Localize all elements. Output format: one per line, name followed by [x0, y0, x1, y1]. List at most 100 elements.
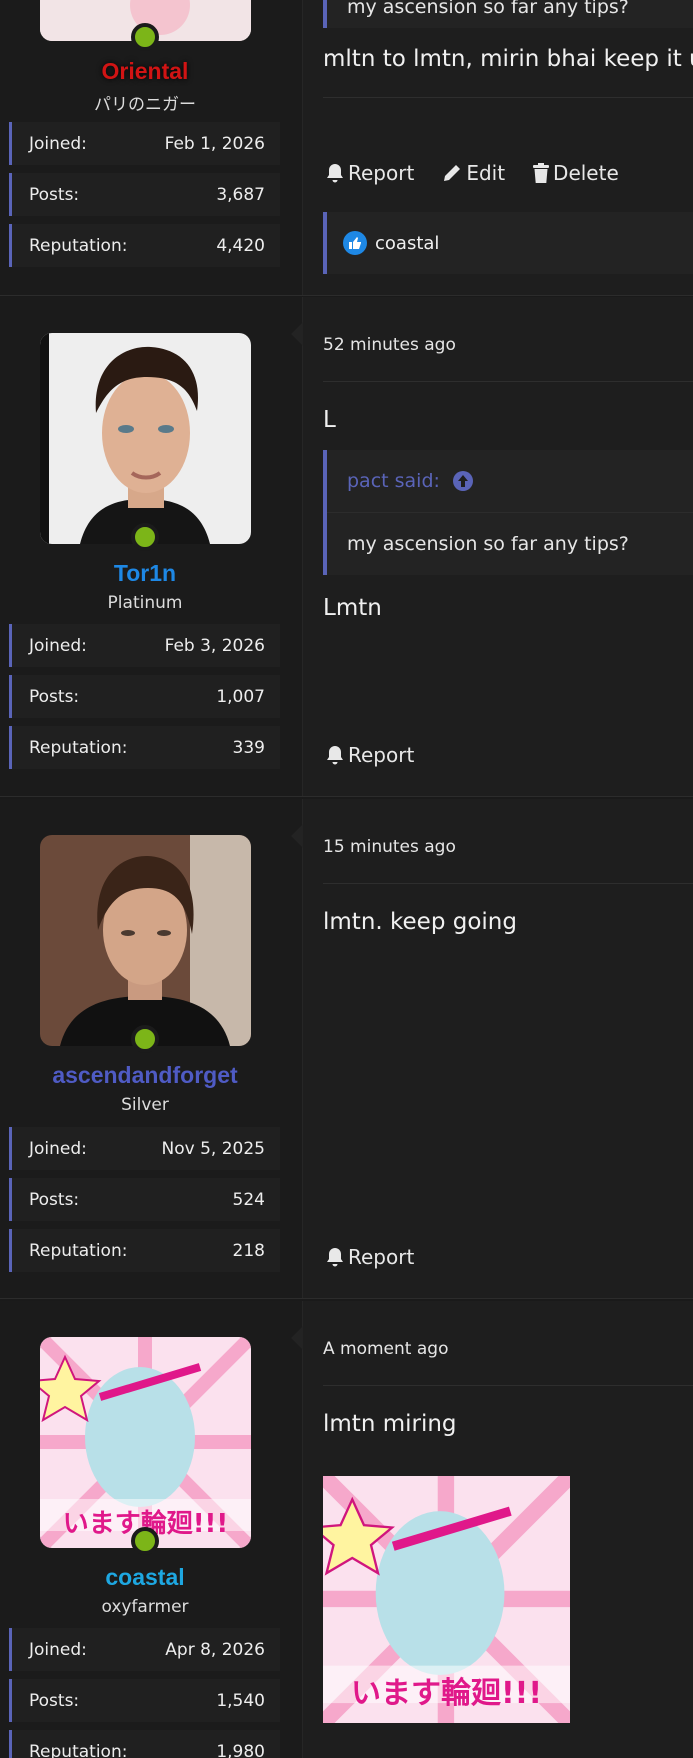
quote-header[interactable]: pact said:: [327, 450, 693, 513]
user-title: パリのニガー: [94, 95, 196, 115]
user-title: Platinum: [107, 593, 183, 613]
post-actions: Report Edit Delete: [326, 161, 619, 185]
stat-label: Reputation:: [29, 235, 128, 256]
avatar[interactable]: [40, 333, 251, 544]
username[interactable]: Oriental: [0, 58, 290, 85]
stat-value: 1,007: [216, 686, 265, 707]
user-info-panel: Tor1n Platinum Joined: Feb 3, 2026 Posts:…: [0, 297, 303, 796]
quote-block: my ascension so far any tips?: [323, 0, 693, 28]
trash-icon: [533, 163, 550, 183]
stat-value: 1,540: [216, 1690, 265, 1711]
stat-label: Joined:: [29, 1639, 87, 1660]
report-button[interactable]: Report: [326, 161, 414, 185]
post-actions: Report: [326, 743, 414, 767]
divider: [323, 97, 693, 98]
stat-value: 3,687: [216, 184, 265, 205]
bell-icon: [327, 746, 343, 765]
username[interactable]: coastal: [0, 1564, 290, 1591]
arrow-up-circle-icon[interactable]: [452, 470, 474, 492]
stat-reputation: Reputation: 218: [9, 1229, 280, 1272]
pencil-icon: [444, 165, 461, 181]
report-button[interactable]: Report: [326, 743, 414, 767]
username[interactable]: ascendandforget: [0, 1062, 290, 1089]
post-coastal: います輪廻!!! coastal oxyfarmer Joined: Apr 8,…: [0, 1301, 693, 1758]
post-ascendandforget: ascendandforget Silver Joined: Nov 5, 202…: [0, 799, 693, 1299]
stat-label: Posts:: [29, 1690, 80, 1711]
post-content: 52 minutes ago L pact said: my ascension…: [291, 297, 693, 796]
stat-posts: Posts: 524: [9, 1178, 280, 1221]
avatar[interactable]: います輪廻!!!: [40, 1337, 251, 1548]
stat-reputation: Reputation: 339: [9, 726, 280, 769]
bell-icon: [327, 1248, 343, 1267]
delete-label: Delete: [553, 161, 619, 185]
post-tor1n: Tor1n Platinum Joined: Feb 3, 2026 Posts:…: [0, 297, 693, 797]
stat-label: Posts:: [29, 184, 80, 205]
attached-image[interactable]: います輪廻!!!: [323, 1476, 570, 1723]
stat-posts: Posts: 3,687: [9, 173, 280, 216]
quote-text: my ascension so far any tips?: [347, 0, 629, 18]
post-timestamp[interactable]: A moment ago: [323, 1339, 448, 1359]
stat-value: 218: [232, 1240, 265, 1261]
user-info-panel: Oriental パリのニガー Joined: Feb 1, 2026 Posts…: [0, 0, 303, 295]
stat-joined: Joined: Apr 8, 2026: [9, 1628, 280, 1671]
user-info-panel: います輪廻!!! coastal oxyfarmer Joined: Apr 8,…: [0, 1301, 303, 1758]
post-body-top: L: [323, 407, 336, 433]
user-title: oxyfarmer: [101, 1597, 189, 1617]
thumbs-up-icon: [343, 231, 367, 255]
online-status-indicator: [131, 23, 159, 51]
quote-text: my ascension so far any tips?: [347, 533, 629, 555]
stat-value: 339: [232, 737, 265, 758]
edit-label: Edit: [466, 161, 506, 185]
stat-reputation: Reputation: 4,420: [9, 224, 280, 267]
post-timestamp[interactable]: 15 minutes ago: [323, 837, 456, 857]
reactions-bar[interactable]: coastal: [323, 212, 693, 274]
pointer-arrow: [291, 322, 303, 346]
post-body: Lmtn: [323, 595, 382, 621]
online-status-indicator: [131, 1527, 159, 1555]
pointer-arrow: [291, 824, 303, 848]
stat-value: Nov 5, 2025: [161, 1138, 265, 1159]
stat-label: Reputation:: [29, 1741, 128, 1758]
user-title: Silver: [121, 1095, 169, 1115]
stat-joined: Joined: Feb 3, 2026: [9, 624, 280, 667]
stat-label: Joined:: [29, 133, 87, 154]
username[interactable]: Tor1n: [0, 560, 290, 587]
stat-label: Reputation:: [29, 737, 128, 758]
post-content: my ascension so far any tips? mltn to lm…: [303, 0, 693, 295]
stat-value: 524: [232, 1189, 265, 1210]
quote-block: pact said: my ascension so far any tips?: [323, 450, 693, 575]
image-caption: います輪廻!!!: [350, 1676, 543, 1711]
divider: [323, 381, 693, 382]
stat-value: 1,980: [216, 1741, 265, 1758]
stat-label: Reputation:: [29, 1240, 128, 1261]
pointer-arrow: [291, 1326, 303, 1350]
post-oriental: Oriental パリのニガー Joined: Feb 1, 2026 Posts…: [0, 0, 693, 296]
divider: [323, 883, 693, 884]
stat-value: Feb 1, 2026: [164, 133, 265, 154]
stat-joined: Joined: Nov 5, 2025: [9, 1127, 280, 1170]
stat-label: Posts:: [29, 1189, 80, 1210]
stat-reputation: Reputation: 1,980: [9, 1730, 280, 1758]
avatar[interactable]: [40, 835, 251, 1046]
post-timestamp[interactable]: 52 minutes ago: [323, 335, 456, 355]
quote-author[interactable]: pact said:: [347, 470, 440, 492]
divider: [323, 1385, 693, 1386]
reaction-user[interactable]: coastal: [375, 233, 439, 254]
online-status-indicator: [131, 523, 159, 551]
post-body: mltn to lmtn, mirin bhai keep it up: [323, 46, 693, 72]
bell-icon: [327, 164, 343, 183]
delete-button[interactable]: Delete: [533, 161, 619, 185]
stat-label: Joined:: [29, 635, 87, 656]
stat-value: Apr 8, 2026: [165, 1639, 265, 1660]
post-body: lmtn. keep going: [323, 909, 517, 935]
user-info-panel: ascendandforget Silver Joined: Nov 5, 202…: [0, 799, 303, 1298]
edit-button[interactable]: Edit: [442, 161, 505, 185]
stat-value: 4,420: [216, 235, 265, 256]
report-label: Report: [348, 743, 415, 767]
post-content: A moment ago lmtn miring います輪廻!!!: [291, 1301, 693, 1758]
post-content: 15 minutes ago lmtn. keep going Report: [291, 799, 693, 1298]
stat-posts: Posts: 1,007: [9, 675, 280, 718]
report-button[interactable]: Report: [326, 1245, 414, 1269]
stat-value: Feb 3, 2026: [164, 635, 265, 656]
stat-label: Joined:: [29, 1138, 87, 1159]
